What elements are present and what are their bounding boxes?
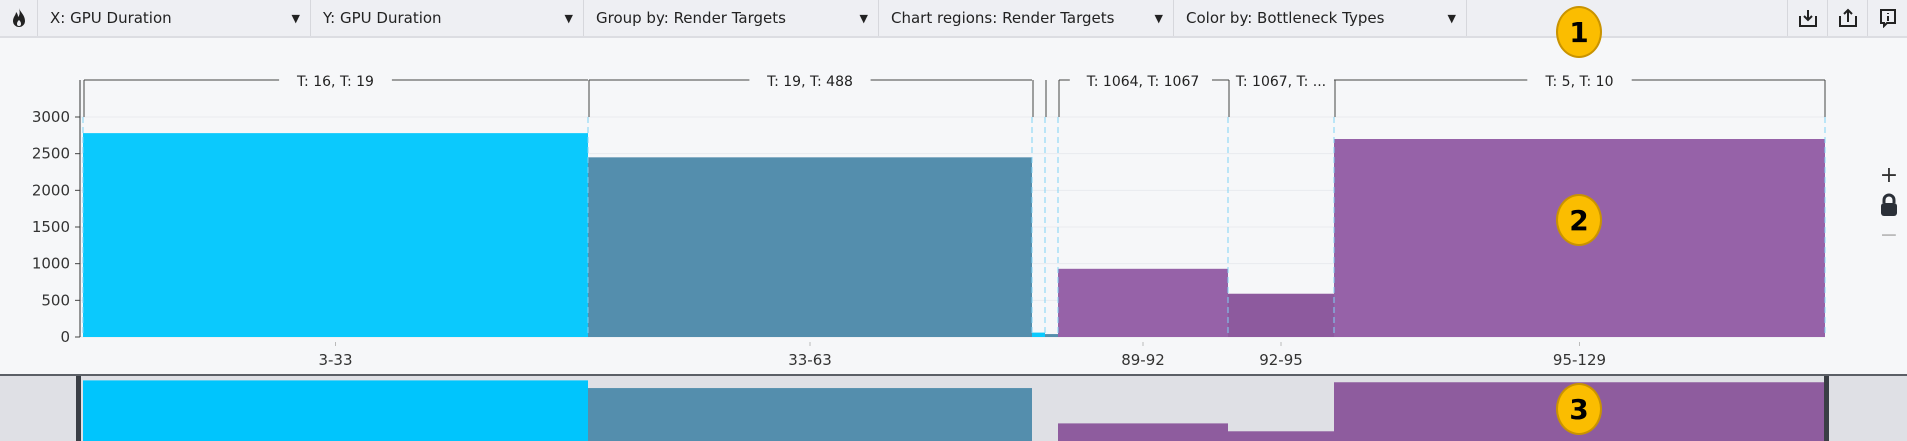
annotation-badge-2: 2: [1556, 194, 1602, 246]
bar: [83, 133, 588, 337]
chart-side-controls: + −: [1875, 160, 1903, 250]
bar: [1032, 332, 1045, 337]
bar: [1045, 334, 1058, 337]
zoom-in-button[interactable]: +: [1875, 160, 1903, 190]
annotation-badge-1: 1: [1556, 6, 1602, 58]
annotation-badge-3: 3: [1556, 383, 1602, 435]
overview-bar: [1228, 431, 1334, 441]
overview-bar: [588, 388, 1032, 441]
region-label: T: 5, T: 10: [1545, 74, 1614, 90]
overview-handle-left[interactable]: [76, 376, 81, 441]
overview-bar: [83, 380, 588, 441]
overview-bar: [1058, 423, 1228, 441]
overview-mask-right: [1827, 376, 1907, 441]
bar: [1228, 293, 1334, 337]
y-tick-label: 0: [60, 328, 70, 346]
overview-mask-left: [0, 376, 76, 441]
lock-button[interactable]: [1875, 190, 1903, 220]
x-tick-label: 92-95: [1259, 351, 1303, 369]
zoom-out-button[interactable]: −: [1875, 220, 1903, 250]
x-tick-label: 89-92: [1121, 351, 1165, 369]
region-label: T: 19, T: 488: [766, 74, 853, 90]
region-label: T: 16, T: 19: [296, 74, 374, 90]
region-label: T: 1067, T: ...: [1235, 74, 1326, 90]
y-tick-label: 2000: [32, 181, 70, 199]
y-tick-label: 1500: [32, 218, 70, 236]
y-tick-label: 2500: [32, 145, 70, 163]
region-label: T: 1064, T: 1067: [1086, 74, 1200, 90]
bar: [588, 157, 1032, 337]
y-tick-label: 500: [41, 291, 70, 309]
bar: [1058, 268, 1228, 337]
x-tick-label: 3-33: [318, 351, 352, 369]
y-tick-label: 3000: [32, 108, 70, 126]
lock-icon: [1881, 193, 1897, 216]
x-tick-label: 33-63: [788, 351, 832, 369]
overview-handle-right[interactable]: [1824, 376, 1829, 441]
y-tick-label: 1000: [32, 255, 70, 273]
chart: 0 500 1000 1500 2000 2500 3000 3-33 33-63 89-92 92…: [0, 74, 1907, 441]
x-tick-label: 95-129: [1553, 351, 1606, 369]
